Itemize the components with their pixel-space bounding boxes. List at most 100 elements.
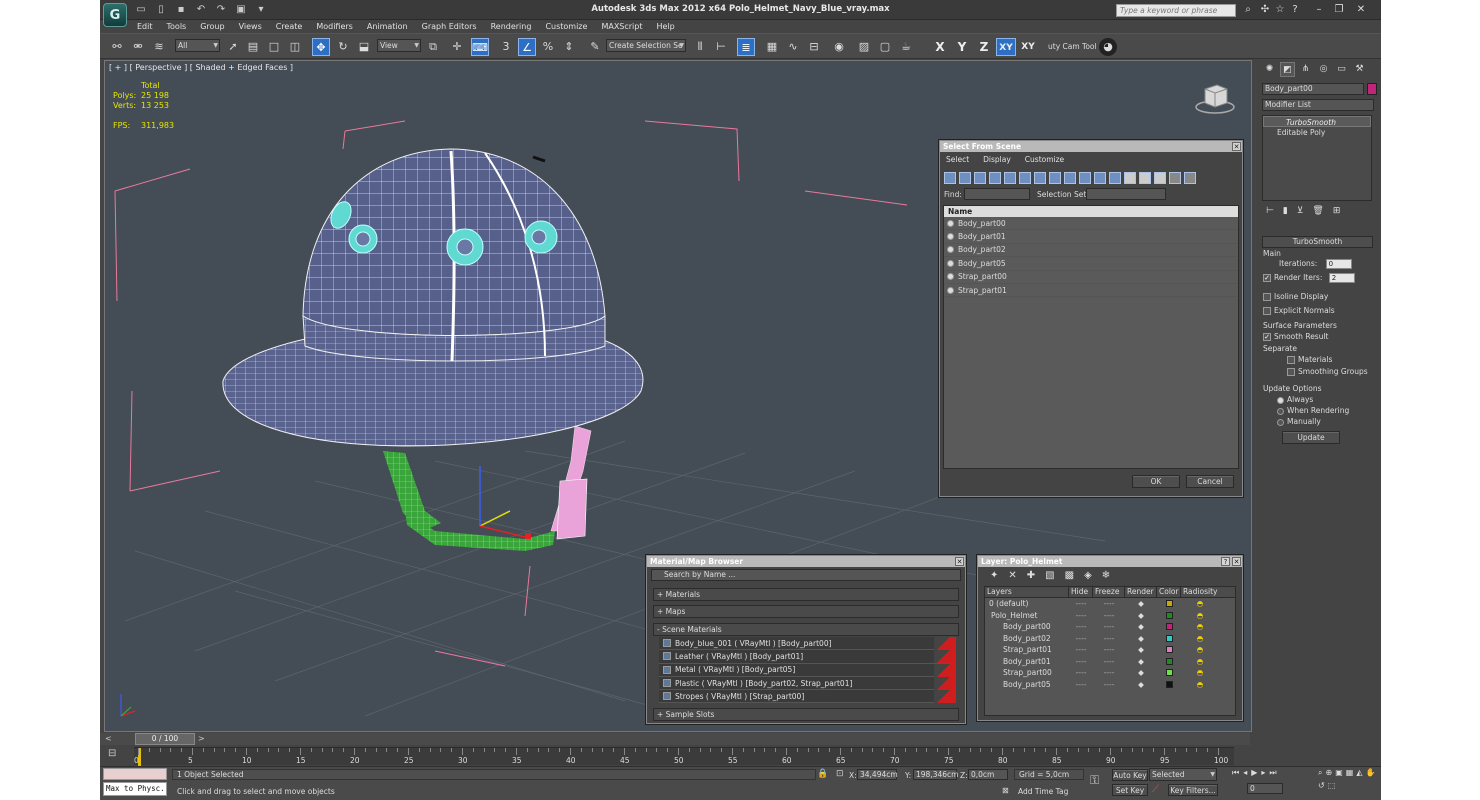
render-production-icon[interactable]: ☕ [897, 38, 915, 56]
graphite-ribbon-icon[interactable]: ▦ [763, 38, 781, 56]
reference-coordinate-dropdown[interactable]: View [377, 39, 421, 52]
help-icon[interactable]: ? [1221, 557, 1230, 566]
render-icon[interactable]: ◆ [1125, 633, 1157, 644]
layer-name[interactable]: 0 (default) [985, 598, 1069, 609]
sfs-menu-customize[interactable]: Customize [1025, 155, 1064, 164]
track-view-icon[interactable]: ⊟ [108, 748, 116, 759]
hide-toggle[interactable]: ---- [1069, 667, 1093, 678]
list-item[interactable]: Body_part02 [944, 244, 1238, 258]
menu-graph-editors[interactable]: Graph Editors [415, 20, 484, 33]
angle-snap-icon[interactable]: ∠ [518, 38, 536, 56]
freeze-all-icon[interactable]: ❄ [1102, 570, 1110, 581]
hide-all-icon[interactable]: ◈ [1084, 570, 1092, 581]
render-icon[interactable]: ◆ [1125, 621, 1157, 632]
list-item[interactable]: Strap_part00 [944, 271, 1238, 284]
filter-warps-icon[interactable] [1019, 172, 1031, 184]
iterations-spinner[interactable]: 0 [1325, 259, 1352, 269]
curve-editor-icon[interactable]: ∿ [784, 38, 802, 56]
go-to-start-icon[interactable]: ⏮ [1232, 768, 1239, 778]
layer-manager-icon[interactable]: ≣ [737, 38, 755, 56]
select-in-layer-icon[interactable]: ▧ [1045, 570, 1054, 581]
select-object-icon[interactable]: ➚ [224, 38, 242, 56]
selection-filter-dropdown[interactable]: All [175, 39, 220, 52]
menu-rendering[interactable]: Rendering [484, 20, 539, 33]
schematic-view-icon[interactable]: ⊟ [805, 38, 823, 56]
list-item[interactable]: Body_part01 [944, 230, 1238, 244]
percent-snap-icon[interactable]: % [539, 38, 557, 56]
project-folder-icon[interactable]: ▣ [234, 3, 248, 16]
x-coordinate-field[interactable]: 34,494cm [857, 769, 898, 780]
hide-toggle[interactable]: ---- [1069, 598, 1093, 609]
binoculars-icon[interactable]: ⌕ [1241, 3, 1255, 17]
list-item[interactable]: Body_part05 [944, 257, 1238, 271]
hide-toggle[interactable]: ---- [1069, 679, 1093, 690]
named-selection-dropdown[interactable]: Create Selection Se [606, 39, 686, 52]
zoom-all-icon[interactable]: ⊕ [1325, 768, 1332, 778]
keyboard-shortcut-override-icon[interactable]: ⌨ [471, 38, 489, 56]
table-row[interactable]: Strap_part01 ---- ---- ◆ ◓ [985, 644, 1235, 656]
go-to-end-icon[interactable]: ⏭ [1269, 768, 1276, 778]
filter-groups-icon[interactable] [1034, 172, 1046, 184]
maximize-viewport-icon[interactable]: ⬚ [1328, 781, 1336, 790]
menu-edit[interactable]: Edit [130, 20, 160, 33]
scene-materials-rollout[interactable]: - Scene Materials [653, 623, 959, 636]
select-all-icon[interactable] [1124, 172, 1136, 184]
delete-layer-icon[interactable]: ✕ [1008, 570, 1016, 581]
smooth-result-checkbox[interactable]: ✓ [1263, 333, 1271, 341]
filter-containers-icon[interactable] [1079, 172, 1091, 184]
layer-dialog-title[interactable]: Layer: Polo_Helmet [978, 556, 1242, 567]
radiosity-icon[interactable]: ◓ [1181, 610, 1219, 621]
next-frame-icon[interactable]: ▸ [1261, 768, 1265, 778]
radiosity-icon[interactable]: ◓ [1181, 644, 1219, 655]
layer-name[interactable]: Body_part01 [985, 656, 1069, 667]
hide-toggle[interactable]: ---- [1069, 656, 1093, 667]
filter-xrefs-icon[interactable] [1049, 172, 1061, 184]
key-icon[interactable]: ⟋ [1152, 784, 1159, 795]
absolute-mode-icon[interactable]: ⊡ [836, 769, 844, 779]
layer-name[interactable]: Body_part05 [985, 679, 1069, 690]
turbosmooth-rollout-header[interactable]: TurboSmooth [1262, 236, 1373, 248]
material-browser-title[interactable]: Material/Map Browser [647, 556, 965, 567]
render-iters-spinner[interactable]: 2 [1328, 273, 1355, 283]
layer-name[interactable]: Polo_Helmet [985, 610, 1069, 621]
restore-icon[interactable]: ❐ [1332, 3, 1346, 17]
scene-object-list[interactable]: Name Body_part00 Body_part01 Body_part02… [943, 205, 1239, 469]
ok-button[interactable]: OK [1132, 475, 1180, 488]
render-icon[interactable]: ◆ [1125, 667, 1157, 678]
freeze-toggle[interactable]: ---- [1093, 679, 1125, 690]
invert-selection-icon[interactable] [1154, 172, 1166, 184]
previous-frame-icon[interactable]: ◂ [1243, 768, 1247, 778]
y-coordinate-field[interactable]: 198,346cm [913, 769, 958, 780]
radiosity-icon[interactable]: ◓ [1181, 598, 1219, 609]
layer-color-swatch[interactable] [1157, 634, 1181, 642]
current-frame-field[interactable]: 0 [1247, 783, 1283, 794]
zoom-extents-icon[interactable]: ▣ [1335, 768, 1343, 778]
radiosity-icon[interactable]: ◓ [1181, 679, 1219, 690]
when-rendering-radio[interactable] [1277, 407, 1284, 415]
track-bar[interactable]: 0 5 10 15 20 25 30 35 40 45 50 55 60 65 70 75 80 85 90 95 10… [134, 747, 1234, 766]
table-row[interactable]: Strap_part00 ---- ---- ◆ ◓ [985, 667, 1235, 679]
close-icon[interactable]: ✕ [1232, 557, 1241, 566]
bind-space-warp-icon[interactable]: ≋ [150, 38, 168, 56]
list-item[interactable]: Leather ( VRayMtl ) [Body_part01] [659, 650, 956, 664]
select-and-rotate-icon[interactable]: ↻ [334, 38, 352, 56]
filter-cameras-icon[interactable] [989, 172, 1001, 184]
table-row[interactable]: Body_part05 ---- ---- ◆ ◓ [985, 679, 1235, 691]
layer-color-swatch[interactable] [1157, 657, 1181, 665]
hide-toggle[interactable]: ---- [1069, 644, 1093, 655]
utilities-tab-icon[interactable]: ⚒ [1352, 62, 1367, 77]
restrict-y-button[interactable]: Y [952, 38, 972, 56]
maxscript-input[interactable]: Max to Physc. [103, 782, 167, 796]
filter-helpers-icon[interactable] [1004, 172, 1016, 184]
key-selection-dropdown[interactable]: Selected [1149, 768, 1217, 781]
freeze-toggle[interactable]: ---- [1093, 610, 1125, 621]
table-row[interactable]: 0 (default) ---- ---- ◆ ◓ [985, 598, 1235, 610]
freeze-toggle[interactable]: ---- [1093, 656, 1125, 667]
z-coordinate-field[interactable]: 0,0cm [968, 769, 1008, 780]
configure-sets-icon[interactable]: ⊞ [1333, 206, 1341, 216]
smoothing-groups-checkbox[interactable] [1287, 368, 1295, 376]
key-mode-icon[interactable]: ⚿ [1090, 773, 1099, 788]
panda-icon[interactable]: ◕ [1099, 38, 1117, 56]
search-input[interactable]: Type a keyword or phrase [1116, 4, 1236, 17]
table-row[interactable]: Body_part00 ---- ---- ◆ ◓ [985, 621, 1235, 633]
